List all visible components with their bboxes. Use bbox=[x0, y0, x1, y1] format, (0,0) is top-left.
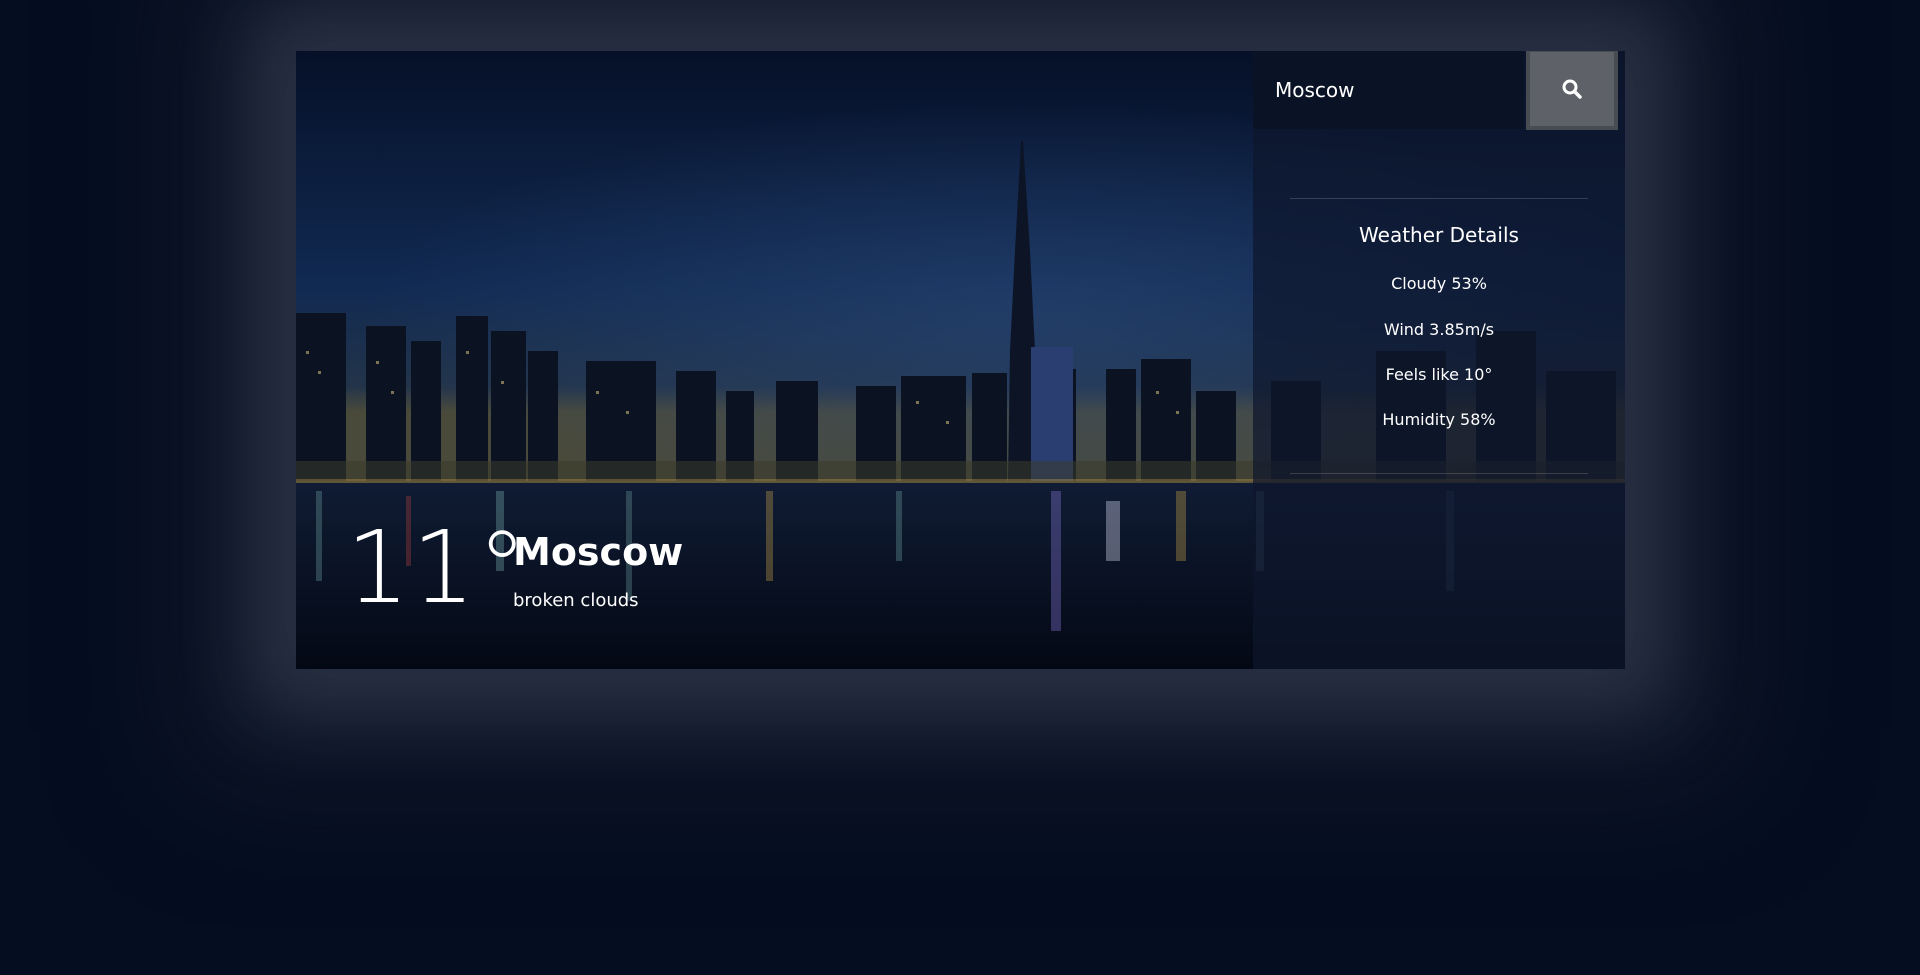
feels-like-value: Feels like 10° bbox=[1385, 365, 1493, 384]
search-bar bbox=[1253, 51, 1625, 130]
wind-value: Wind 3.85m/s bbox=[1383, 320, 1495, 339]
weather-details-panel: Weather Details Cloudy 53% Wind 3.85m/s … bbox=[1253, 51, 1625, 669]
bottom-divider bbox=[1290, 473, 1588, 474]
weather-details-title: Weather Details bbox=[1359, 223, 1519, 247]
city-search-input[interactable] bbox=[1253, 51, 1524, 129]
weather-condition: broken clouds bbox=[513, 590, 639, 611]
weather-app: Weather Details Cloudy 53% Wind 3.85m/s … bbox=[0, 0, 1920, 975]
cloudy-value: Cloudy 53% bbox=[1391, 274, 1487, 293]
top-divider bbox=[1290, 198, 1588, 199]
humidity-value: Humidity 58% bbox=[1382, 410, 1496, 429]
city-name: Moscow bbox=[513, 530, 684, 574]
current-temperature: 11° bbox=[346, 509, 530, 626]
search-icon bbox=[1562, 79, 1582, 99]
search-button[interactable] bbox=[1526, 51, 1618, 130]
